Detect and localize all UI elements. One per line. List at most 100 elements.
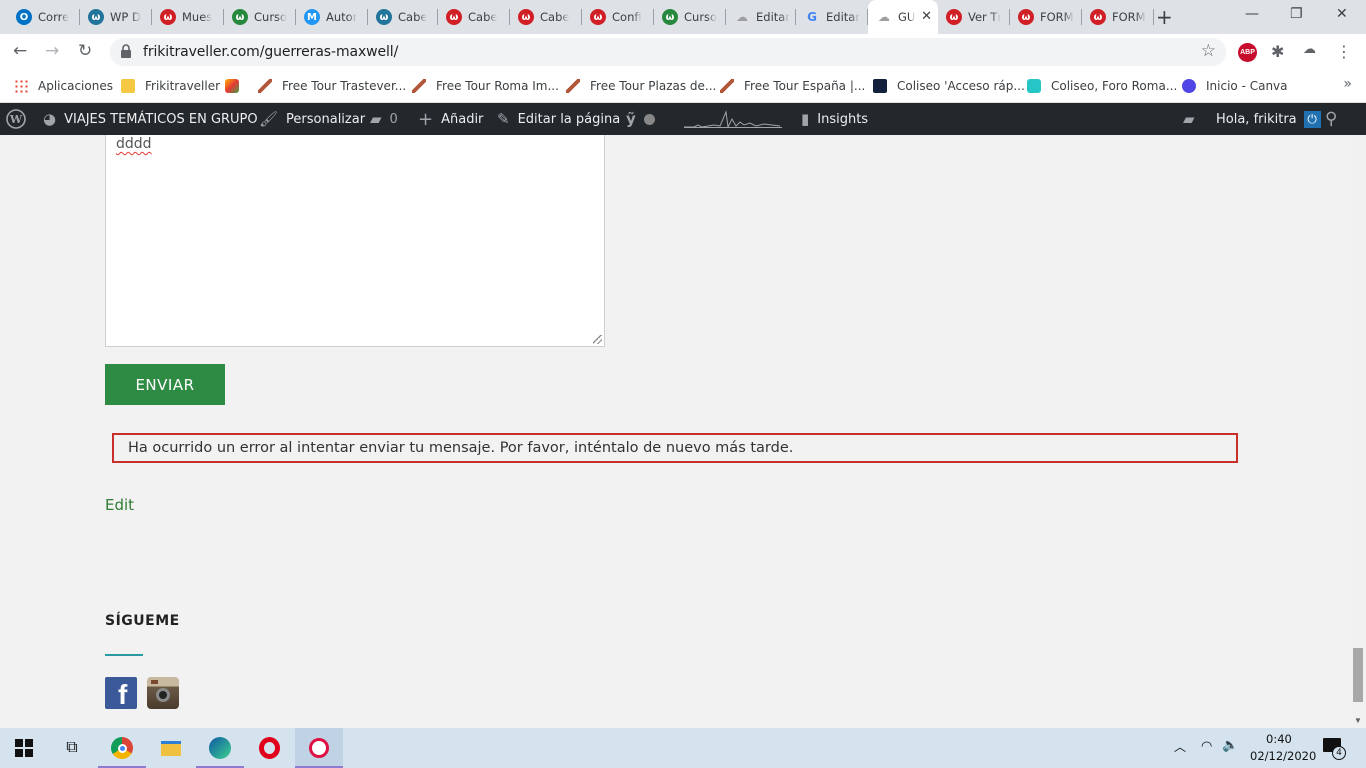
tab-title: Corre — [38, 10, 70, 24]
windows-taskbar: ⧉ ︿ ◠ 🔈 0:40 02/12/2020 4 — [0, 728, 1366, 768]
menu-kebab-icon[interactable]: ⋮ — [1336, 42, 1352, 61]
follow-heading: SÍGUEME — [105, 613, 180, 629]
lock-icon[interactable] — [120, 43, 132, 59]
apps-grid-icon — [14, 79, 28, 93]
bookmark-free-tour-trastever[interactable]: Free Tour Trastever... — [258, 77, 406, 95]
action-center-button[interactable]: 4 — [1323, 738, 1346, 760]
sparkline-icon — [684, 110, 782, 128]
instagram-icon[interactable] — [147, 677, 179, 709]
taskbar-opera[interactable] — [245, 728, 293, 768]
message-textarea[interactable]: dddd — [105, 135, 605, 347]
tab-cabe[interactable]: ω Cabe — [438, 0, 510, 34]
opera-icon — [258, 737, 280, 759]
bookmark-coliseo-foro-roma[interactable]: Coliseo, Foro Roma... — [1027, 77, 1177, 95]
tab-title: Curso — [254, 10, 288, 24]
facebook-icon[interactable]: f — [105, 677, 137, 709]
minimize-button[interactable]: — — [1245, 6, 1259, 22]
bookmarks-overflow-chevron-icon[interactable]: » — [1343, 76, 1352, 92]
tab-wp-d[interactable]: ω WP D — [80, 0, 152, 34]
bookmark-label: Free Tour Roma Im... — [436, 79, 559, 93]
volume-icon[interactable]: 🔈 — [1222, 738, 1238, 753]
site-name-menu[interactable]: ◕ VIAJES TEMÁTICOS EN GRUPO — [43, 103, 258, 135]
restore-button[interactable]: ❐ — [1290, 6, 1303, 22]
address-bar[interactable]: frikitraveller.com/guerreras-maxwell/ ☆ — [110, 38, 1226, 66]
tab-form[interactable]: ω FORM — [1010, 0, 1082, 34]
taskbar-edge[interactable] — [196, 728, 244, 768]
tab-title: Autor — [326, 10, 358, 24]
task-view-button[interactable]: ⧉ — [48, 728, 96, 768]
url-text[interactable]: frikitraveller.com/guerreras-maxwell/ — [143, 44, 398, 60]
tab-cabe[interactable]: ω Cabe — [368, 0, 438, 34]
tab-curso[interactable]: ω Curso — [224, 0, 296, 34]
bookmark-coliseo-acceso-r-p[interactable]: Coliseo 'Acceso ráp... — [873, 77, 1025, 95]
dashboard-icon: ◕ — [43, 110, 57, 128]
bookmarks-bar: Aplicaciones Frikitraveller Free Tour Tras… — [0, 70, 1366, 103]
stats-sparkline[interactable] — [684, 103, 782, 135]
extension-icon[interactable]: ☁ — [1303, 42, 1316, 57]
bookmark-free-tour-plazas-de[interactable]: Free Tour Plazas de... — [566, 77, 716, 95]
page-scrollbar[interactable]: ▼ — [1350, 135, 1366, 728]
tab-mues[interactable]: ω Mues — [152, 0, 224, 34]
bookmark-aplicaciones[interactable]: Aplicaciones — [14, 77, 113, 95]
message-text[interactable]: dddd — [116, 136, 152, 152]
resize-handle-icon[interactable] — [593, 335, 602, 344]
forward-button[interactable]: → — [45, 41, 59, 61]
windows-logo-icon — [15, 739, 33, 757]
my-account-menu[interactable]: Hola, frikitra ⏻ — [1216, 103, 1321, 135]
tab-confi[interactable]: ω Confi — [582, 0, 654, 34]
tab-editar[interactable]: G Editar — [796, 0, 868, 34]
adblock-plus-icon[interactable]: ABP — [1238, 43, 1257, 62]
bookmark-icon-only[interactable] — [225, 77, 249, 95]
close-tab-icon[interactable]: ✕ — [921, 9, 932, 24]
back-button[interactable]: ← — [13, 41, 27, 61]
tab-cabe[interactable]: ω Cabe — [510, 0, 582, 34]
tab-ver-t-[interactable]: ω Ver Tı — [938, 0, 1010, 34]
tab-title: Cabe — [468, 10, 498, 24]
add-new-menu[interactable]: + Añadir — [418, 103, 483, 135]
tab-gu[interactable]: ☁ GU ✕ — [868, 0, 938, 34]
tab-form[interactable]: ω FORM — [1082, 0, 1154, 34]
bookmark-inicio-canva[interactable]: Inicio - Canva — [1182, 77, 1288, 95]
tab-curso[interactable]: ω Curso — [654, 0, 726, 34]
close-window-button[interactable]: ✕ — [1336, 6, 1348, 22]
wifi-icon[interactable]: ◠ — [1201, 739, 1212, 754]
tab-autor[interactable]: M Autor — [296, 0, 368, 34]
bookmark-free-tour-espa-a[interactable]: Free Tour España |... — [720, 77, 865, 95]
send-button[interactable]: ENVIAR — [105, 364, 225, 405]
error-message: Ha ocurrido un error al intentar enviar … — [112, 433, 1238, 463]
bookmark-free-tour-roma-im[interactable]: Free Tour Roma Im... — [412, 77, 559, 95]
tab-editar[interactable]: ☁ Editar — [726, 0, 796, 34]
yoast-seo-menu[interactable]: ỹ — [626, 103, 655, 135]
reload-button[interactable]: ↻ — [78, 41, 92, 61]
start-button[interactable] — [0, 728, 48, 768]
tab-title: FORM — [1112, 10, 1146, 24]
bookmark-label: Coliseo, Foro Roma... — [1051, 79, 1178, 93]
folder-icon — [121, 79, 135, 93]
comments-link[interactable]: ▰ 0 — [370, 103, 398, 135]
taskbar-file-explorer[interactable] — [147, 728, 195, 768]
customize-link[interactable]: 🖌 Personalizar — [259, 103, 365, 135]
show-hidden-icons-chevron-icon[interactable]: ︿ — [1174, 738, 1186, 755]
scrollbar-thumb[interactable] — [1353, 648, 1363, 702]
cloud-icon: ☁ — [878, 10, 890, 24]
insights-link[interactable]: ▮ Insights — [801, 103, 868, 135]
new-tab-button[interactable]: + — [1156, 5, 1173, 29]
scroll-down-arrow-icon[interactable]: ▼ — [1354, 716, 1362, 725]
taskbar-chrome[interactable] — [98, 728, 146, 768]
clock-date[interactable]: 02/12/2020 — [1250, 749, 1316, 763]
tab-title: Cabe — [540, 10, 570, 24]
bookmark-frikitraveller[interactable]: Frikitraveller — [121, 77, 220, 95]
clock-time[interactable]: 0:40 — [1266, 732, 1292, 746]
notes-icon[interactable]: ▰ — [1183, 103, 1203, 135]
tab-corre[interactable]: O Corre — [8, 0, 80, 34]
admin-search-button[interactable]: ⚲ — [1325, 103, 1345, 135]
svg-text:W: W — [9, 113, 23, 126]
edit-link[interactable]: Edit — [105, 496, 134, 514]
wordpress-logo-button[interactable]: W — [6, 103, 26, 135]
extensions-puzzle-icon[interactable]: ✱ — [1271, 42, 1284, 61]
green-w-icon: ω — [662, 9, 678, 25]
bookmark-star-icon[interactable]: ☆ — [1201, 41, 1216, 61]
m-logo-icon: M — [304, 9, 320, 25]
edit-page-link[interactable]: ✎ Editar la página — [497, 103, 620, 135]
taskbar-paint-app[interactable] — [295, 728, 343, 768]
